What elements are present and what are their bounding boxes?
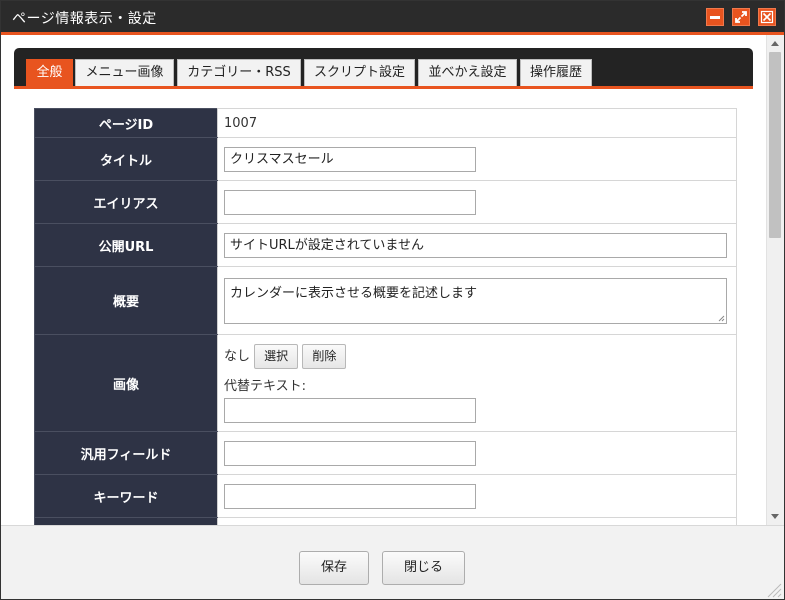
generic-field-label: 汎用フィールド xyxy=(34,431,218,475)
minimize-icon xyxy=(710,16,720,19)
row-alias: エイリアス xyxy=(34,180,737,224)
alt-text-label: 代替テキスト: xyxy=(224,378,306,394)
public-url-label: 公開URL xyxy=(34,223,218,267)
window-title: ページ情報表示・設定 xyxy=(12,11,157,27)
row-image: 画像 なし 選択 削除 代替テキスト: xyxy=(34,334,737,432)
scroll-down-icon[interactable] xyxy=(771,514,779,519)
dialog-footer: 保存 閉じる xyxy=(1,525,784,599)
row-public-url: 公開URL サイトURLが設定されていません xyxy=(34,223,737,267)
partial-row-label xyxy=(34,517,218,525)
save-button[interactable]: 保存 xyxy=(299,551,369,585)
generic-field-input[interactable] xyxy=(224,440,476,466)
tab-category-rss[interactable]: カテゴリー・RSS xyxy=(177,59,301,86)
tab-general[interactable]: 全般 xyxy=(26,59,73,86)
page-id-value: 1007 xyxy=(224,115,258,131)
public-url-input[interactable]: サイトURLが設定されていません xyxy=(224,232,727,258)
alt-text-input[interactable] xyxy=(224,397,476,423)
dialog-content: 全般 メニュー画像 カテゴリー・RSS スクリプト設定 並べかえ設定 操作履歴 … xyxy=(1,35,784,525)
page-id-label: ページID xyxy=(34,108,218,138)
close-button[interactable]: 閉じる xyxy=(382,551,465,585)
summary-text: カレンダーに表示させる概要を記述します xyxy=(230,285,478,301)
title-input[interactable]: クリスマスセール xyxy=(224,146,476,172)
tab-menu-image[interactable]: メニュー画像 xyxy=(75,59,174,86)
scroll-up-icon[interactable] xyxy=(771,41,779,46)
row-partial xyxy=(34,517,737,525)
alias-input[interactable] xyxy=(224,189,476,215)
resize-grip-icon[interactable] xyxy=(718,315,725,322)
tab-operation-history[interactable]: 操作履歴 xyxy=(520,59,592,86)
alias-label: エイリアス xyxy=(34,180,218,224)
image-controls: なし 選択 削除 xyxy=(224,343,736,369)
summary-label: 概要 xyxy=(34,266,218,335)
maximize-button[interactable] xyxy=(732,8,750,26)
select-image-button[interactable]: 選択 xyxy=(254,343,299,369)
row-title: タイトル クリスマスセール xyxy=(34,137,737,181)
image-status: なし xyxy=(224,348,251,364)
tab-bar: 全般 メニュー画像 カテゴリー・RSS スクリプト設定 並べかえ設定 操作履歴 xyxy=(14,48,753,89)
image-label: 画像 xyxy=(34,334,218,432)
row-page-id: ページID 1007 xyxy=(34,108,737,138)
summary-textarea[interactable]: カレンダーに表示させる概要を記述します xyxy=(224,277,727,324)
scrollbar-thumb[interactable] xyxy=(769,52,781,238)
keywords-label: キーワード xyxy=(34,474,218,518)
row-generic-field: 汎用フィールド xyxy=(34,431,737,475)
dialog-window: ページ情報表示・設定 全般 メニュー画像 カテゴリー・RSS スクリプト設定 並… xyxy=(0,0,785,600)
keywords-input[interactable] xyxy=(224,483,476,509)
vertical-scrollbar[interactable] xyxy=(766,35,784,525)
row-keywords: キーワード xyxy=(34,474,737,518)
close-icon xyxy=(760,10,774,24)
page-settings-form: ページID 1007 タイトル クリスマスセール エイリアス 公開URL サイト… xyxy=(34,108,737,525)
settings-panel: 全般 メニュー画像 カテゴリー・RSS スクリプト設定 並べかえ設定 操作履歴 … xyxy=(14,48,753,525)
close-window-button[interactable] xyxy=(758,8,776,26)
title-label: タイトル xyxy=(34,137,218,181)
maximize-icon xyxy=(735,11,747,23)
resize-corner-icon[interactable] xyxy=(764,580,782,598)
tab-script-settings[interactable]: スクリプト設定 xyxy=(304,59,415,86)
minimize-button[interactable] xyxy=(706,8,724,26)
delete-image-button[interactable]: 削除 xyxy=(302,343,347,369)
partial-row-value xyxy=(217,517,737,525)
row-summary: 概要 カレンダーに表示させる概要を記述します xyxy=(34,266,737,335)
tab-sort-settings[interactable]: 並べかえ設定 xyxy=(418,59,517,86)
title-bar[interactable]: ページ情報表示・設定 xyxy=(1,1,784,35)
